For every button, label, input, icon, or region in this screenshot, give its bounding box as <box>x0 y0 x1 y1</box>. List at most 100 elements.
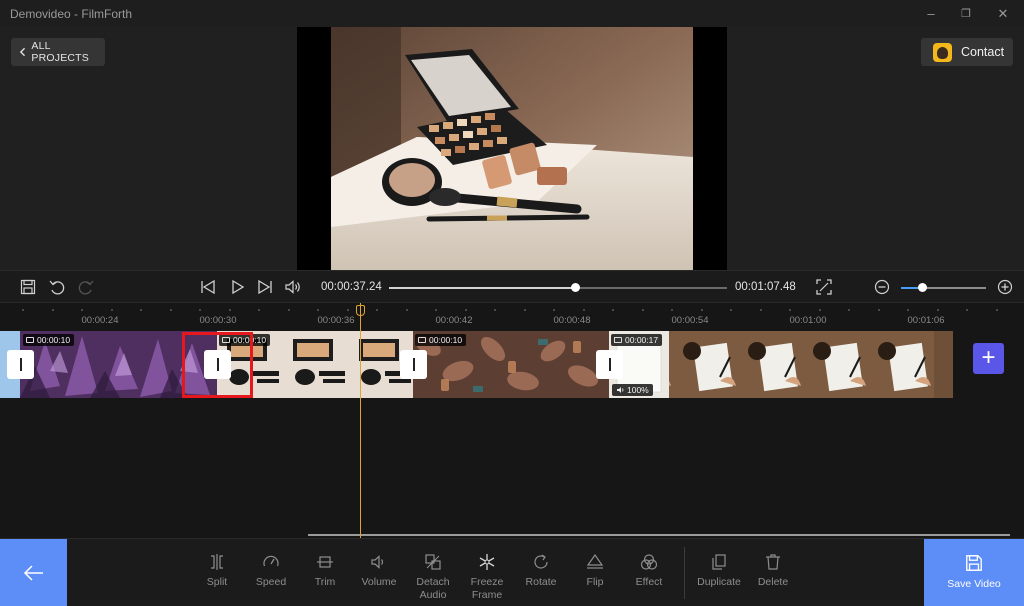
ruler-tick <box>52 309 54 311</box>
split-button[interactable]: Split <box>187 553 247 589</box>
fullscreen-icon[interactable] <box>815 278 833 296</box>
zoom-in-icon[interactable] <box>996 278 1014 296</box>
volume-button[interactable]: Volume <box>349 553 409 589</box>
clip-duration-badge: 00:00:10 <box>23 334 75 346</box>
save-video-button[interactable]: Save Video <box>924 539 1024 606</box>
preview-area: ALL PROJECTS Contact <box>0 27 1024 270</box>
ruler-tick <box>996 309 998 311</box>
volume-icon <box>371 555 384 569</box>
rotate-label: Rotate <box>525 576 557 588</box>
ruler-tick <box>583 309 585 311</box>
ruler-tick <box>465 309 467 311</box>
seek-bar[interactable] <box>389 283 727 292</box>
toolbar-divider <box>684 547 685 599</box>
ruler-label: 00:01:00 <box>789 315 827 326</box>
detach-audio-label-line2: Audio <box>419 589 447 601</box>
save-icon[interactable] <box>19 278 37 296</box>
zoom-handle[interactable] <box>918 283 928 292</box>
effect-button[interactable]: Effect <box>619 553 679 589</box>
ruler-tick <box>937 309 939 311</box>
restore-button[interactable]: ❐ <box>956 4 976 24</box>
rotate-button[interactable]: Rotate <box>511 553 571 589</box>
all-projects-button[interactable]: ALL PROJECTS <box>11 38 105 66</box>
timeline-scrollbar[interactable] <box>308 534 1010 536</box>
ruler-tick <box>524 309 526 311</box>
duplicate-button[interactable]: Duplicate <box>689 553 749 589</box>
timeline-clip-autumn-leaves[interactable]: 00:00:10 <box>413 331 609 398</box>
video-track[interactable]: 00:00:10 00:00:10 00:00:10 00:00:17 100% <box>0 331 953 398</box>
transition-handle[interactable] <box>400 350 427 379</box>
close-button[interactable]: ✕ <box>993 4 1013 24</box>
redo-icon[interactable] <box>77 278 95 296</box>
clip-duration: 00:00:10 <box>429 335 463 345</box>
flip-icon <box>586 553 604 569</box>
contact-button[interactable]: Contact <box>921 38 1013 66</box>
ruler-tick <box>760 309 762 311</box>
timeline-clip-writing-hands[interactable]: 00:00:17 100% <box>609 331 953 398</box>
detach-audio-button[interactable]: Detach Audio <box>403 553 463 602</box>
play-icon[interactable] <box>228 278 246 296</box>
video-camera-icon <box>614 337 622 343</box>
ruler-tick <box>81 309 83 311</box>
skip-back-icon[interactable] <box>199 278 217 296</box>
transition-handle[interactable] <box>7 350 34 379</box>
ruler-label: 00:00:42 <box>435 315 473 326</box>
save-video-label: Save Video <box>947 578 1001 590</box>
ruler-tick <box>229 309 231 311</box>
ruler-tick <box>848 309 850 311</box>
clip-duration: 00:00:17 <box>625 335 659 345</box>
trim-button[interactable]: Trim <box>295 553 355 589</box>
playhead-handle[interactable] <box>356 305 365 316</box>
split-icon <box>211 554 223 570</box>
window-title: Demovideo - FilmForth <box>10 7 133 21</box>
seek-progress <box>389 287 575 289</box>
seek-handle[interactable] <box>570 283 580 292</box>
timeline[interactable]: 00:00:24 00:00:30 00:00:36 00:00:42 00:0… <box>0 303 1024 538</box>
ruler-tick <box>819 309 821 311</box>
volume-icon[interactable] <box>284 278 302 296</box>
ruler-tick <box>435 309 437 311</box>
ruler-label: 00:00:48 <box>553 315 591 326</box>
transition-handle[interactable] <box>596 350 623 379</box>
trash-icon <box>766 554 780 570</box>
zoom-slider[interactable] <box>901 283 986 292</box>
speed-button[interactable]: Speed <box>241 553 301 589</box>
ruler-tick <box>878 309 880 311</box>
speed-icon <box>263 555 279 567</box>
image-icon <box>418 337 426 343</box>
ruler-tick <box>701 309 703 311</box>
all-projects-label: ALL PROJECTS <box>31 40 89 64</box>
speed-label: Speed <box>255 576 287 588</box>
playhead[interactable] <box>360 303 361 539</box>
back-button[interactable] <box>0 539 67 606</box>
ruler-tick <box>730 309 732 311</box>
flip-button[interactable]: Flip <box>565 553 625 589</box>
current-time: 00:00:37.24 <box>321 281 382 293</box>
split-label: Split <box>206 576 228 588</box>
playback-bar: 00:00:37.24 00:01:07.48 <box>0 270 1024 303</box>
freeze-frame-button[interactable]: Freeze Frame <box>457 553 517 602</box>
clip-volume-badge: 100% <box>612 384 653 396</box>
ruler-label: 00:01:06 <box>907 315 945 326</box>
skip-forward-icon[interactable] <box>256 278 274 296</box>
ruler-tick <box>671 309 673 311</box>
delete-button[interactable]: Delete <box>743 553 803 589</box>
title-bar: Demovideo - FilmForth – ❐ ✕ <box>0 0 1024 27</box>
undo-icon[interactable] <box>48 278 66 296</box>
zoom-out-icon[interactable] <box>873 278 891 296</box>
freeze-frame-label-line1: Freeze <box>470 576 504 588</box>
detach-audio-icon <box>425 554 441 570</box>
effect-label: Effect <box>635 576 663 588</box>
contact-label: Contact <box>961 45 1005 59</box>
clip-duration-badge: 00:00:10 <box>415 334 467 346</box>
minimize-button[interactable]: – <box>921 4 941 24</box>
ruler-tick <box>170 309 172 311</box>
ruler-tick <box>907 309 909 311</box>
ruler-tick <box>22 309 24 311</box>
ruler-tick <box>288 309 290 311</box>
ruler-label: 00:00:30 <box>199 315 237 326</box>
add-media-button[interactable]: + <box>973 343 1004 374</box>
timeline-ruler[interactable]: 00:00:24 00:00:30 00:00:36 00:00:42 00:0… <box>0 303 1024 328</box>
support-avatar-icon <box>933 42 952 62</box>
clip-duration: 00:00:10 <box>37 335 71 345</box>
